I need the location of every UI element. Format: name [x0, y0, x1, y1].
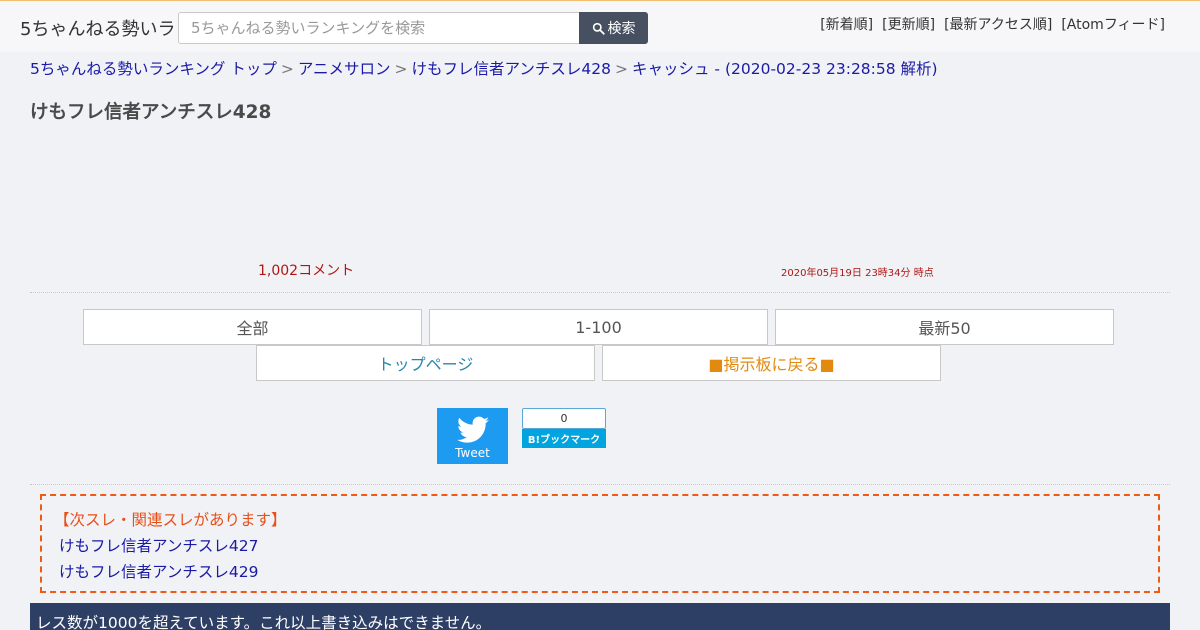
breadcrumb-cache[interactable]: キャッシュ - (2020-02-23 23:28:58 解析) — [632, 60, 938, 78]
tweet-label: Tweet — [455, 445, 490, 460]
back-to-board-button[interactable]: ■掲示板に戻る■ — [602, 345, 941, 381]
nav-atom-feed[interactable]: [Atomフィード] — [1061, 14, 1165, 34]
related-heading: 【次スレ・関連スレがあります】 — [54, 511, 287, 529]
breadcrumb-board[interactable]: アニメサロン — [298, 60, 391, 78]
show-all-button[interactable]: 全部 — [83, 309, 422, 345]
top-page-button[interactable]: トップページ — [256, 345, 595, 381]
thread-title: けもフレ信者アンチスレ428 — [30, 102, 272, 123]
related-link-label: けもフレ信者アンチスレ429 — [59, 563, 259, 581]
top-header: 5ちゃんねる勢いランキング 検索 [新着順] [更新順] [最新アクセス順] [… — [0, 0, 1200, 52]
related-threads-box: 【次スレ・関連スレがあります】 けもフレ信者アンチスレ427 けもフレ信者アンチ… — [40, 494, 1160, 593]
breadcrumb-separator: > — [394, 60, 408, 78]
search-button-label: 検索 — [607, 21, 636, 37]
hatena-count: 0 — [522, 408, 606, 429]
breadcrumb: 5ちゃんねる勢いランキング トップ > アニメサロン > けもフレ信者アンチスレ428 >… — [30, 57, 938, 79]
nav-new[interactable]: [新着順] — [820, 14, 873, 34]
related-link-427[interactable]: けもフレ信者アンチスレ427 — [54, 534, 1158, 556]
divider — [30, 484, 1170, 485]
snapshot-timestamp: 2020年05月19日 23時34分 時点 — [781, 268, 934, 279]
search-button[interactable]: 検索 — [579, 12, 648, 44]
search-icon — [592, 22, 605, 35]
twitter-bird-icon — [456, 416, 489, 443]
related-link-429[interactable]: けもフレ信者アンチスレ429 — [54, 560, 1158, 582]
top-nav: [新着順] [更新順] [最新アクセス順] [Atomフィード] — [820, 14, 1165, 34]
hatena-label: B!ブックマーク — [522, 429, 606, 448]
hatena-bookmark-button[interactable]: 0 B!ブックマーク — [522, 408, 606, 448]
breadcrumb-thread[interactable]: けもフレ信者アンチスレ428 — [412, 60, 611, 78]
comment-count: 1,002コメント — [258, 263, 355, 279]
breadcrumb-separator: > — [615, 60, 628, 78]
nav-updated[interactable]: [更新順] — [882, 14, 935, 34]
thread-full-notice: レス数が1000を超えています。これ以上書き込みはできません。 — [30, 603, 1170, 630]
tweet-button[interactable]: Tweet — [437, 408, 508, 464]
divider — [30, 292, 1170, 293]
show-1-100-button[interactable]: 1-100 — [429, 309, 768, 345]
latest-50-button[interactable]: 最新50 — [775, 309, 1114, 345]
related-link-label: けもフレ信者アンチスレ427 — [59, 537, 259, 555]
search-input[interactable] — [178, 12, 580, 44]
site-title[interactable]: 5ちゃんねる勢いランキング — [20, 15, 178, 41]
breadcrumb-separator: > — [280, 60, 294, 78]
nav-recent-access[interactable]: [最新アクセス順] — [944, 14, 1052, 34]
breadcrumb-top[interactable]: 5ちゃんねる勢いランキング トップ — [30, 60, 277, 78]
